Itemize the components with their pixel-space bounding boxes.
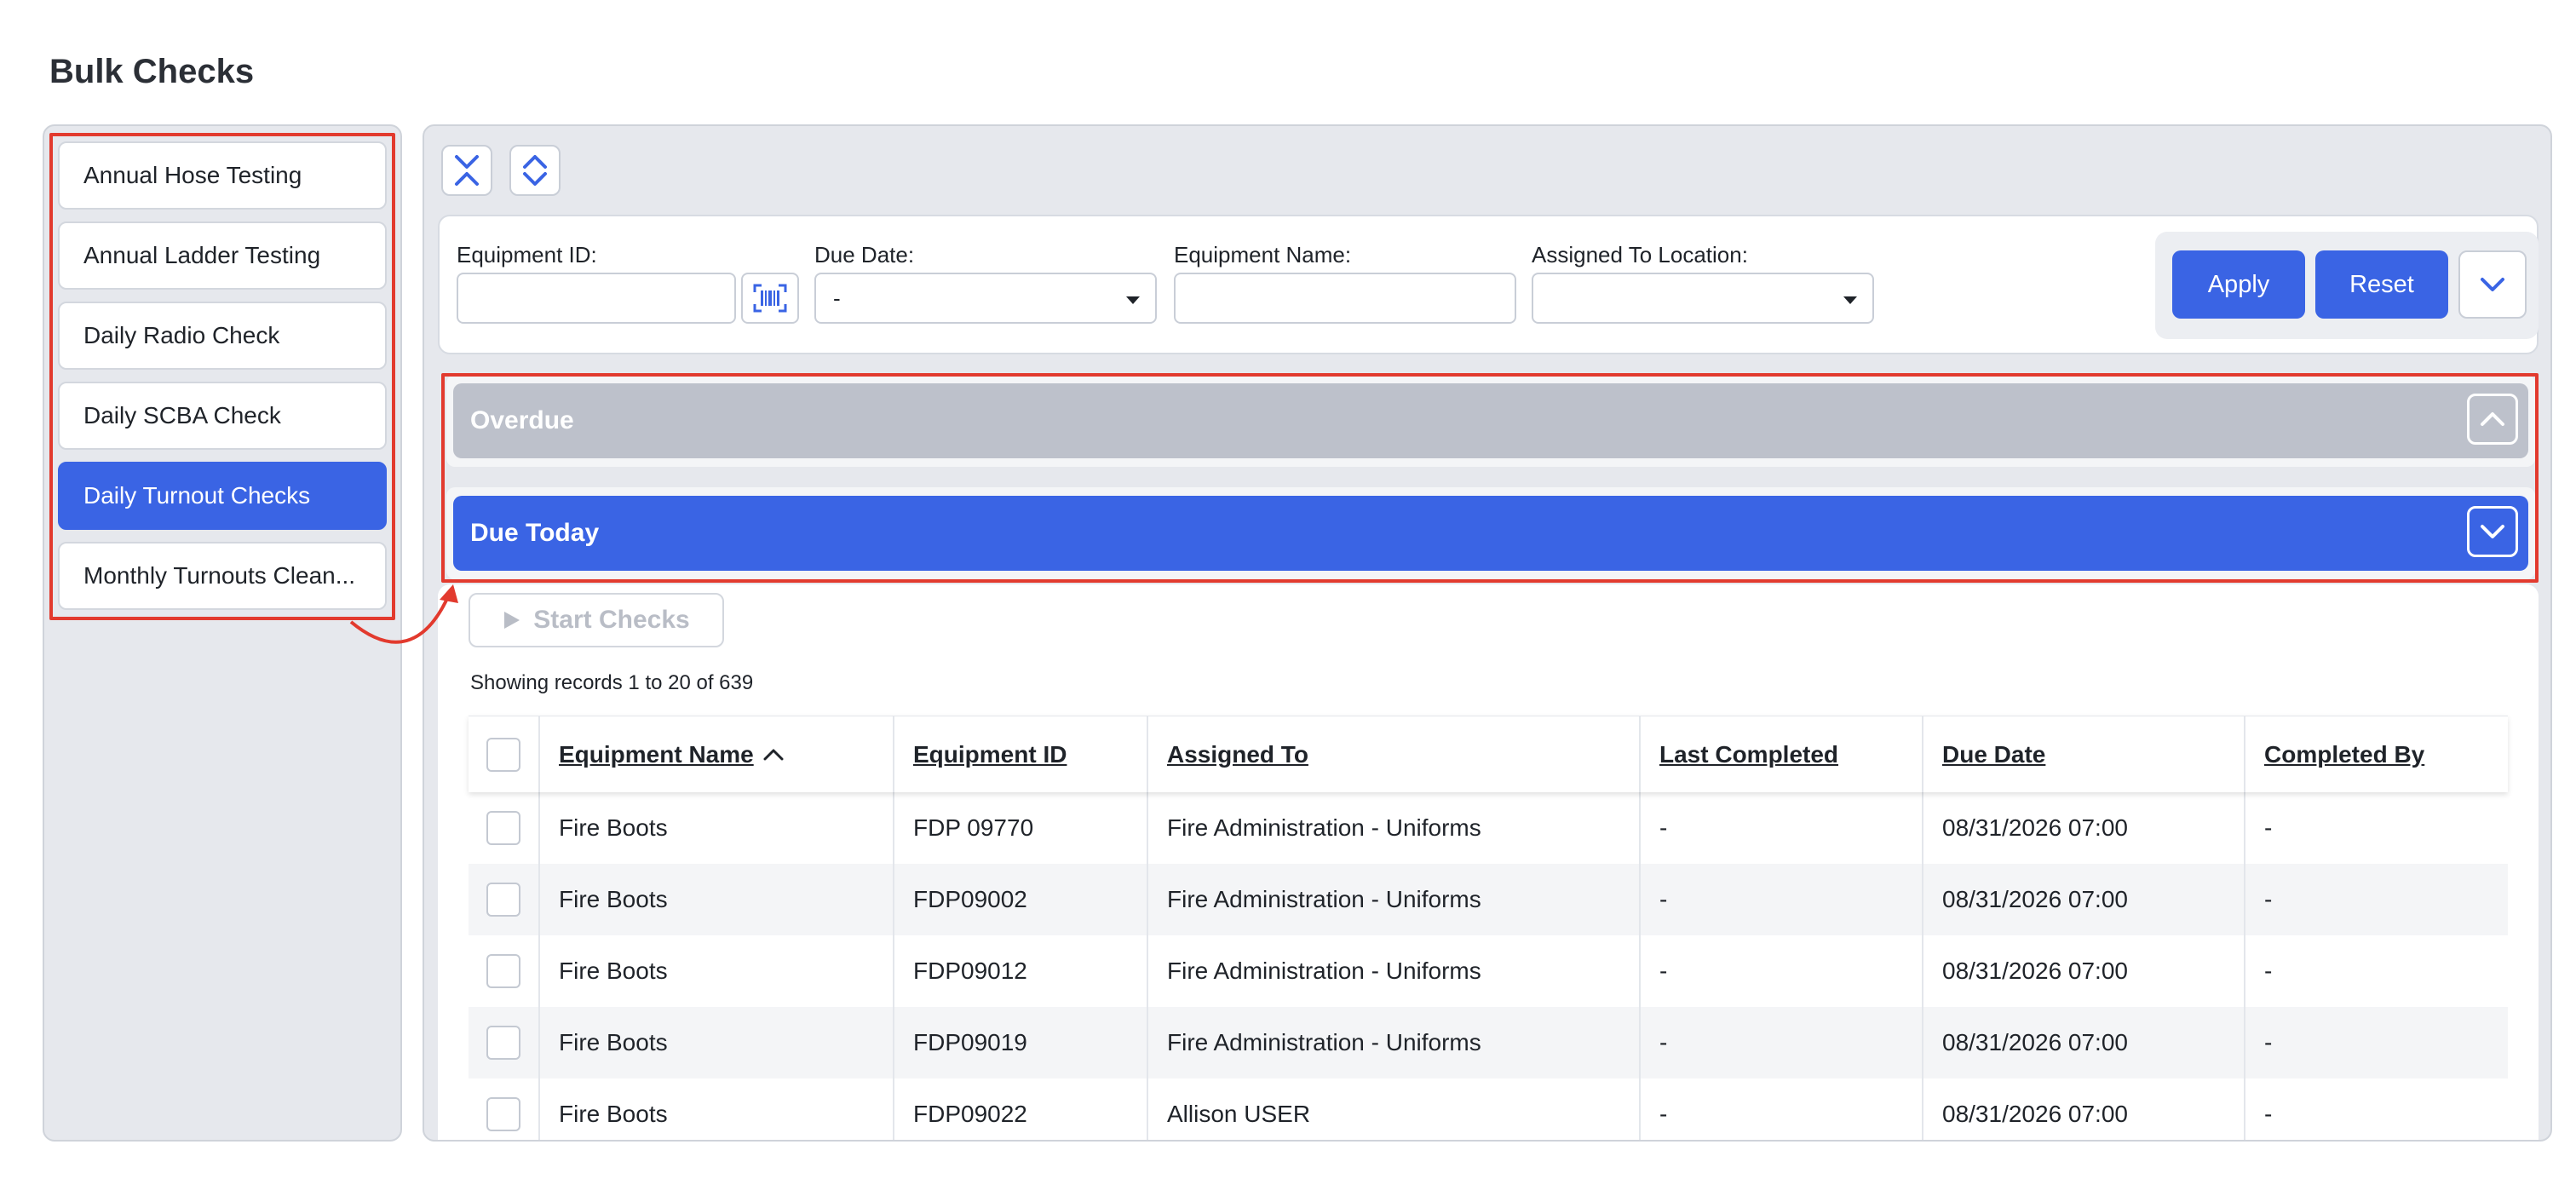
- table-row[interactable]: Fire Boots FDP 09770 Fire Administration…: [469, 792, 2508, 864]
- equipment-id-label: Equipment ID:: [457, 242, 597, 267]
- column-header-last-completed[interactable]: Last Completed: [1641, 716, 1923, 792]
- assigned-location-label: Assigned To Location:: [1532, 242, 1748, 267]
- equipment-id-cell: FDP09002: [894, 864, 1148, 935]
- sidebar-item-daily-scba-check[interactable]: Daily SCBA Check: [58, 382, 387, 450]
- table-row[interactable]: Fire Boots FDP09012 Fire Administration …: [469, 935, 2508, 1007]
- filter-actions: Apply Reset: [2155, 232, 2539, 339]
- reset-button[interactable]: Reset: [2315, 250, 2448, 319]
- apply-button[interactable]: Apply: [2172, 250, 2305, 319]
- due-date-select[interactable]: -: [814, 273, 1157, 324]
- more-filters-button[interactable]: [2458, 250, 2527, 319]
- row-checkbox[interactable]: [486, 1097, 520, 1131]
- last-completed-cell: -: [1641, 1078, 1923, 1140]
- row-checkbox[interactable]: [486, 883, 520, 917]
- play-icon: [504, 612, 520, 629]
- equipment-name-cell: Fire Boots: [540, 792, 894, 864]
- collapse-all-button[interactable]: [441, 145, 492, 196]
- expand-all-button[interactable]: [509, 145, 561, 196]
- check-type-list: Annual Hose Testing Annual Ladder Testin…: [58, 141, 387, 610]
- sidebar-item-daily-radio-check[interactable]: Daily Radio Check: [58, 302, 387, 370]
- start-checks-button[interactable]: Start Checks: [469, 593, 724, 647]
- column-header-due-date[interactable]: Due Date: [1923, 716, 2245, 792]
- start-checks-label: Start Checks: [533, 606, 690, 634]
- equipment-id-cell: FDP09012: [894, 935, 1148, 1007]
- equipment-id-cell: FDP09019: [894, 1007, 1148, 1078]
- sidebar-item-annual-hose-testing[interactable]: Annual Hose Testing: [58, 141, 387, 210]
- completed-by-cell: -: [2264, 958, 2273, 984]
- column-header-label: Equipment Name: [559, 740, 754, 768]
- row-select-cell: [469, 935, 540, 1007]
- row-select-cell: [469, 864, 540, 935]
- equipment-name-input[interactable]: [1174, 273, 1516, 324]
- assigned-to-cell: Fire Administration - Uniforms: [1148, 1007, 1641, 1078]
- records-count: Showing records 1 to 20 of 639: [470, 671, 754, 694]
- sidebar-item-annual-ladder-testing[interactable]: Annual Ladder Testing: [58, 221, 387, 290]
- row-checkbox[interactable]: [486, 1026, 520, 1060]
- column-header-equipment-name[interactable]: Equipment Name: [540, 716, 894, 792]
- table-row[interactable]: Fire Boots FDP09002 Fire Administration …: [469, 864, 2508, 935]
- equipment-id-input[interactable]: [457, 273, 736, 324]
- last-completed-cell: -: [1641, 935, 1923, 1007]
- equipment-name-label: Equipment Name:: [1174, 242, 1352, 267]
- main-panel: Equipment ID: Due Date: - Equipment Name…: [423, 124, 2552, 1142]
- last-completed-cell: -: [1641, 1007, 1923, 1078]
- page-title: Bulk Checks: [49, 53, 255, 90]
- equipment-name-cell: Fire Boots: [540, 935, 894, 1007]
- completed-by-cell: -: [2264, 886, 2273, 912]
- equipment-id-cell: FDP 09770: [894, 792, 1148, 864]
- last-completed-cell: -: [1641, 864, 1923, 935]
- sections-highlight-box: [441, 373, 2539, 583]
- row-select-cell: [469, 1007, 540, 1078]
- completed-by-cell: -: [2264, 1101, 2273, 1127]
- chevron-down-icon: [1126, 296, 1140, 304]
- last-completed-cell: -: [1641, 792, 1923, 864]
- equipment-name-cell: Fire Boots: [540, 864, 894, 935]
- row-select-cell: [469, 1078, 540, 1140]
- assigned-location-select[interactable]: [1532, 273, 1874, 324]
- row-checkbox[interactable]: [486, 811, 520, 845]
- row-select-cell: [469, 792, 540, 864]
- barcode-scan-button[interactable]: [741, 273, 799, 324]
- row-checkbox[interactable]: [486, 954, 520, 988]
- completed-by-cell: -: [2264, 814, 2273, 841]
- select-all-checkbox[interactable]: [486, 737, 520, 772]
- barcode-scan-icon: [753, 284, 787, 313]
- equipment-table: Equipment Name Equipment ID Assigned To …: [469, 716, 2508, 1140]
- due-date-cell: 08/31/2026 07:00: [1923, 1007, 2245, 1078]
- table-row[interactable]: Fire Boots FDP09019 Fire Administration …: [469, 1007, 2508, 1078]
- equipment-name-cell: Fire Boots: [540, 1007, 894, 1078]
- due-date-label: Due Date:: [814, 242, 915, 267]
- sort-ascending-icon: [762, 748, 785, 762]
- sidebar-item-daily-turnout-checks[interactable]: Daily Turnout Checks: [58, 462, 387, 530]
- due-date-cell: 08/31/2026 07:00: [1923, 864, 2245, 935]
- due-date-cell: 08/31/2026 07:00: [1923, 792, 2245, 864]
- collapse-all-icon: [455, 155, 479, 186]
- due-date-value: -: [833, 285, 841, 311]
- assigned-to-cell: Allison USER: [1148, 1078, 1641, 1140]
- table-header: Equipment Name Equipment ID Assigned To …: [469, 716, 2508, 792]
- chevron-down-icon: [1843, 296, 1857, 304]
- column-header-equipment-id[interactable]: Equipment ID: [894, 716, 1148, 792]
- table-row[interactable]: Fire Boots FDP09022 Allison USER - 08/31…: [469, 1078, 2508, 1140]
- expand-all-icon: [523, 155, 547, 186]
- assigned-to-cell: Fire Administration - Uniforms: [1148, 792, 1641, 864]
- completed-by-cell: -: [2264, 1029, 2273, 1055]
- assigned-to-cell: Fire Administration - Uniforms: [1148, 864, 1641, 935]
- column-header-completed-by[interactable]: Completed By: [2245, 716, 2508, 792]
- chevron-down-icon: [2481, 278, 2504, 291]
- column-header-assigned-to[interactable]: Assigned To: [1148, 716, 1641, 792]
- select-all-cell: [469, 716, 540, 792]
- assigned-to-cell: Fire Administration - Uniforms: [1148, 935, 1641, 1007]
- due-date-cell: 08/31/2026 07:00: [1923, 1078, 2245, 1140]
- equipment-id-cell: FDP09022: [894, 1078, 1148, 1140]
- due-today-content: Start Checks Showing records 1 to 20 of …: [438, 584, 2539, 1140]
- due-date-cell: 08/31/2026 07:00: [1923, 935, 2245, 1007]
- equipment-name-cell: Fire Boots: [540, 1078, 894, 1140]
- sidebar-item-monthly-turnouts-cleaning[interactable]: Monthly Turnouts Clean...: [58, 542, 387, 610]
- filter-panel: Equipment ID: Due Date: - Equipment Name…: [438, 215, 2539, 354]
